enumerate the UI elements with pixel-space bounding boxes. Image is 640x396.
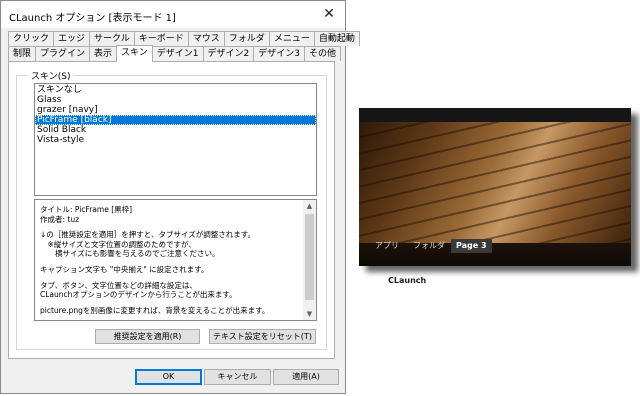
- tab-design1[interactable]: デザイン1: [151, 46, 204, 61]
- wood-floor-background: [359, 122, 631, 243]
- desc-line: picture.pngを別画像に変更すれば、背景を変えることが出来ます。: [40, 305, 270, 315]
- tab-plugin[interactable]: プラグイン: [35, 46, 91, 61]
- skin-item-selected[interactable]: PicFrame [black]: [35, 115, 316, 125]
- cancel-button[interactable]: キャンセル: [204, 369, 271, 385]
- desc-line: ↓の［推奨設定を適用］を押すと、タブサイズが調整されます。: [40, 230, 256, 240]
- tab-keyboard[interactable]: キーボード: [133, 31, 189, 46]
- skin-listbox[interactable]: スキンなし Glass grazer [navy] PicFrame [blac…: [34, 83, 317, 196]
- skin-item[interactable]: Solid Black: [35, 125, 316, 135]
- desc-line: キャプション文字も "中央揃え" に設定されます。: [40, 264, 209, 274]
- preview-tab-page3: Page 3: [451, 239, 492, 253]
- reset-text-button[interactable]: テキスト設定をリセット(T): [209, 329, 316, 344]
- tab-autostart[interactable]: 自動起動: [313, 31, 360, 46]
- apply-button[interactable]: 適用(A): [273, 369, 339, 385]
- desc-line: タイトル: PicFrame [黒枠]: [40, 205, 133, 214]
- tab-edge[interactable]: エッジ: [53, 31, 91, 46]
- scroll-thumb[interactable]: [305, 214, 314, 300]
- skin-description-box[interactable]: タイトル: PicFrame [黒枠] 作成者: tuz ↓の［推奨設定を適用］…: [34, 199, 317, 321]
- ok-button[interactable]: OK: [135, 369, 202, 385]
- tab-other[interactable]: その他: [303, 46, 341, 61]
- preview-tab-bar: [359, 243, 631, 266]
- tab-menu[interactable]: メニュー: [268, 31, 315, 46]
- close-icon[interactable]: ✕: [321, 6, 337, 22]
- apply-recommended-button[interactable]: 推奨設定を適用(R): [95, 329, 200, 344]
- description-scrollbar[interactable]: ▲ ▼: [303, 200, 316, 320]
- desc-line: タブ、ボタン、文字位置などの詳細な設定は、: [40, 280, 197, 290]
- preview-tab-folder: フォルダ: [413, 241, 445, 250]
- skin-preview: アプリ フォルダ Page 3: [359, 108, 631, 266]
- tab-mouse[interactable]: マウス: [187, 31, 225, 46]
- preview-tab-apps: アプリ: [375, 241, 399, 250]
- title-bar: CLaunch オプション [表示モード 1] ✕: [1, 1, 345, 28]
- desc-line: ※縦サイズと文字位置の調整のためですが、: [40, 239, 196, 249]
- tab-row-2: 制限 プラグイン 表示 スキン デザイン1 デザイン2 デザイン3 その他: [8, 45, 341, 62]
- skin-group-label: スキン(S): [28, 69, 74, 82]
- tab-row-1: クリック エッジ サークル キーボード マウス フォルダ メニュー 自動起動: [8, 31, 360, 46]
- tab-display[interactable]: 表示: [89, 46, 118, 61]
- desc-line: 横サイズにも影響を与えるのでご注意ください。: [40, 249, 220, 259]
- tab-folder[interactable]: フォルダ: [223, 31, 270, 46]
- description-text: タイトル: PicFrame [黒枠] 作成者: tuz ↓の［推奨設定を適用］…: [40, 205, 302, 315]
- tab-restriction[interactable]: 制限: [8, 46, 37, 61]
- desc-line: CLaunchオプションのデザインから行うことが出来ます。: [40, 290, 237, 300]
- preview-top-band: [359, 108, 631, 122]
- tab-skin[interactable]: スキン: [116, 45, 153, 62]
- skin-item[interactable]: スキンなし: [35, 85, 316, 95]
- preview-caption: CLaunch: [388, 276, 427, 285]
- scroll-up-icon[interactable]: ▲: [303, 200, 316, 212]
- skin-item[interactable]: Glass: [35, 95, 316, 105]
- tab-design3[interactable]: デザイン3: [253, 46, 305, 61]
- scroll-down-icon[interactable]: ▼: [303, 308, 316, 320]
- desc-line: 作成者: tuz: [40, 214, 80, 224]
- tab-circle[interactable]: サークル: [89, 31, 135, 46]
- tab-design2[interactable]: デザイン2: [202, 46, 255, 61]
- skin-item[interactable]: grazer [navy]: [35, 105, 316, 115]
- skin-item[interactable]: Vista-style: [35, 135, 316, 145]
- dialog-title: CLaunch オプション [表示モード 1]: [9, 13, 176, 24]
- tab-click[interactable]: クリック: [8, 31, 55, 46]
